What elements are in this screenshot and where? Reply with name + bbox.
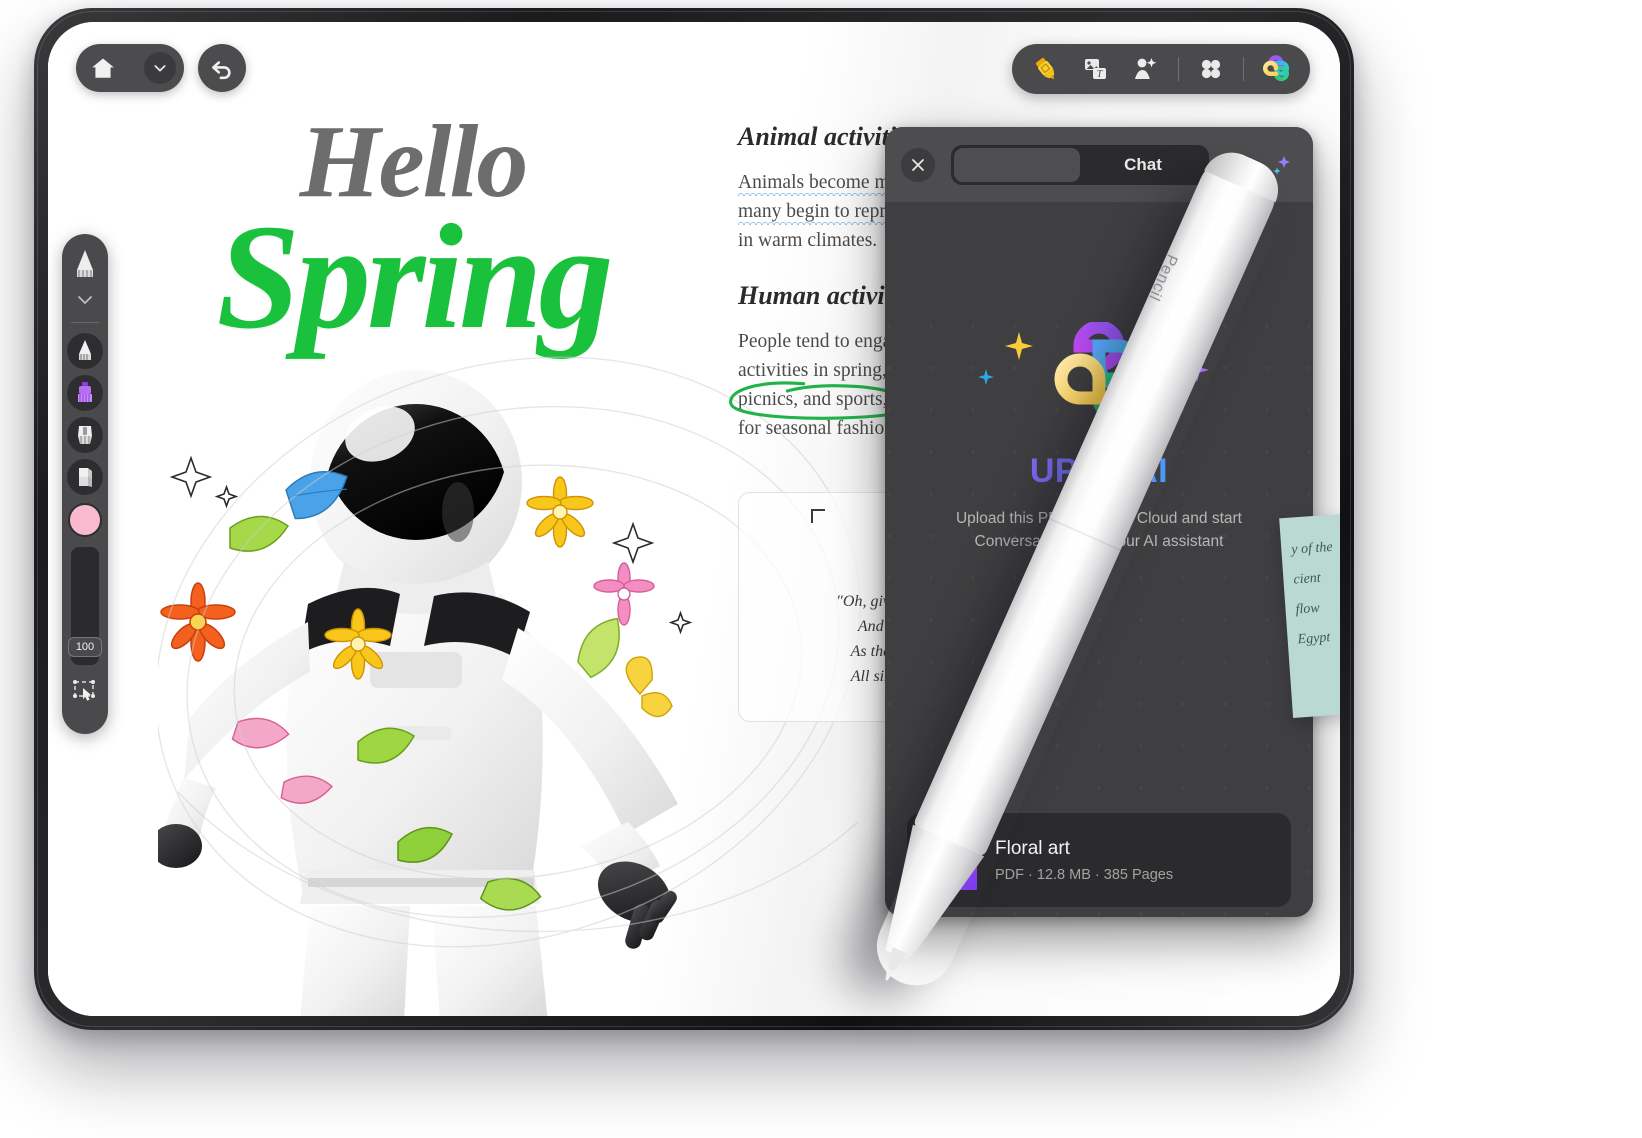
sticky-note-line-4: Egypt — [1297, 630, 1331, 648]
eraser-tool-button[interactable] — [67, 459, 103, 495]
quote-bracket-icon — [811, 509, 825, 523]
brush-tool-button[interactable] — [67, 417, 103, 453]
home-dropdown-button[interactable] — [144, 52, 176, 84]
toolbar-divider-2 — [1243, 57, 1244, 81]
chevron-down-icon — [154, 65, 166, 72]
pen-tip-icon — [77, 250, 93, 277]
highlighter-tool-button[interactable] — [1028, 51, 1064, 87]
highlighter-tool-button[interactable] — [67, 375, 103, 411]
human-line-4: for seasonal fashion. — [738, 418, 899, 439]
rail-divider — [71, 322, 99, 323]
lasso-select-button[interactable] — [72, 677, 98, 708]
file-meta: PDF · 12.8 MB · 385 Pages — [995, 866, 1174, 883]
thickness-value: 100 — [68, 637, 102, 657]
sticky-note-line-1: y of the — [1290, 539, 1334, 558]
cover-title: Hello Spring — [88, 110, 738, 353]
sparkle-yellow-icon — [1005, 332, 1033, 360]
image-sparkle-icon — [1135, 58, 1157, 79]
four-dot-grid-icon — [1201, 59, 1221, 79]
close-panel-button[interactable] — [901, 147, 935, 182]
rail-expand-button[interactable] — [76, 293, 94, 312]
image-to-text-icon: T — [1085, 59, 1106, 80]
tab-ask-pdf[interactable]: Ask PDF — [954, 147, 1080, 182]
home-icon — [92, 58, 114, 78]
pen-icon — [79, 340, 91, 360]
file-name: Floral art — [995, 837, 1070, 859]
lasso-select-icon — [73, 680, 95, 701]
ocr-text-button[interactable]: T — [1078, 51, 1114, 87]
sticky-note-line-2: cient — [1292, 570, 1322, 588]
pencil-tip — [885, 946, 908, 981]
color-swatch-button[interactable] — [68, 503, 102, 537]
updf-ai-clover-icon — [1263, 55, 1289, 82]
home-button[interactable] — [76, 44, 184, 92]
pen-tip-indicator[interactable] — [71, 248, 99, 287]
tab-chat-label: Chat — [1124, 154, 1162, 174]
sparkle-blue-icon — [978, 369, 994, 385]
pen-tool-button[interactable] — [67, 333, 103, 369]
updf-ai-button[interactable] — [1258, 51, 1294, 87]
file-info: Floral art PDF · 12.8 MB · 385 Pages — [995, 838, 1173, 883]
toolbar-divider-1 — [1178, 57, 1179, 81]
thickness-slider[interactable]: 100 — [68, 547, 102, 665]
close-icon — [912, 158, 924, 171]
highlighter-icon — [1035, 57, 1055, 80]
ai-mode-tabs[interactable]: Ask PDF Chat — [951, 144, 1209, 185]
tab-chat[interactable]: Chat — [1080, 148, 1206, 182]
eraser-icon — [79, 468, 92, 487]
apps-grid-button[interactable] — [1193, 51, 1229, 87]
sticky-note-line-3: flow — [1295, 600, 1321, 618]
undo-button[interactable] — [198, 44, 246, 92]
undo-icon — [212, 61, 231, 80]
tab-ask-pdf-label: Ask PDF — [982, 154, 1052, 174]
top-toolbar[interactable]: T — [1012, 44, 1310, 94]
purple-highlighter-icon — [78, 382, 92, 402]
paragraph-line-3: in warm climates. — [738, 230, 878, 251]
brush-icon — [78, 426, 92, 444]
chevron-down-icon — [78, 296, 92, 304]
ai-image-button[interactable] — [1128, 51, 1164, 87]
annotation-tool-rail[interactable]: 100 — [62, 234, 108, 734]
screenshot-root: Hello Spring Animal activities Animals b… — [0, 0, 1642, 1138]
